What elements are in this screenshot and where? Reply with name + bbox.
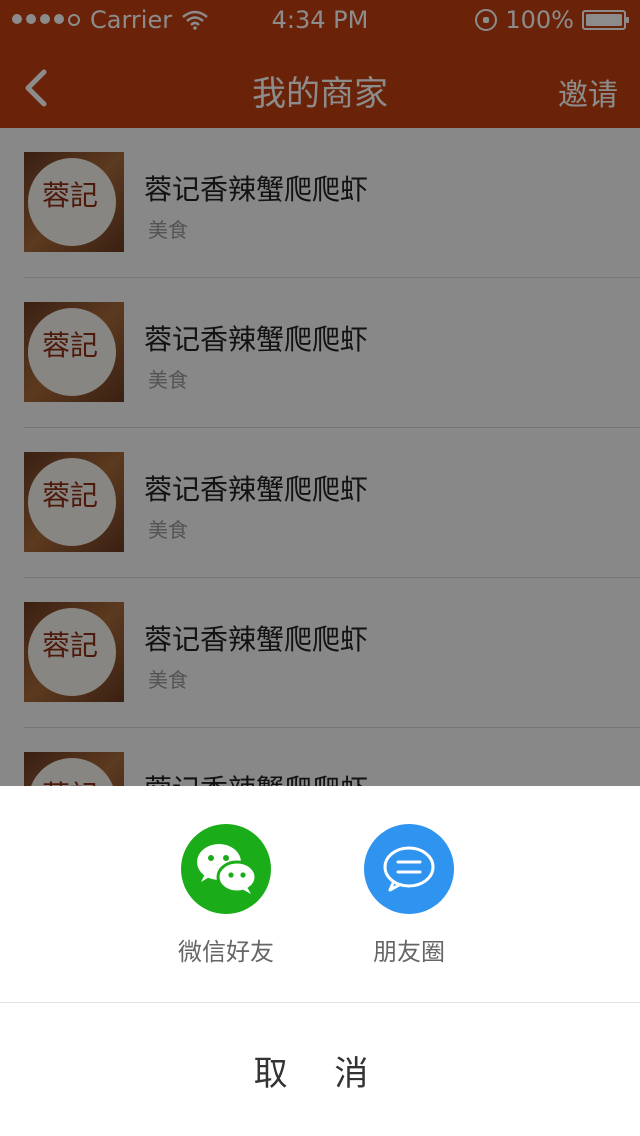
- share-wechat-friend-button[interactable]: 微信好友: [156, 824, 296, 967]
- moments-icon[interactable]: [364, 824, 454, 914]
- share-sheet: 微信好友 朋友圈 取 消: [0, 786, 640, 1136]
- share-moments-button[interactable]: 朋友圈: [339, 824, 479, 967]
- share-option-label: 朋友圈: [373, 938, 445, 966]
- cancel-button[interactable]: 取 消: [0, 1046, 640, 1095]
- share-option-label: 微信好友: [178, 938, 274, 966]
- modal-overlay[interactable]: [0, 0, 640, 786]
- divider: [0, 1002, 640, 1003]
- wechat-icon[interactable]: [181, 824, 271, 914]
